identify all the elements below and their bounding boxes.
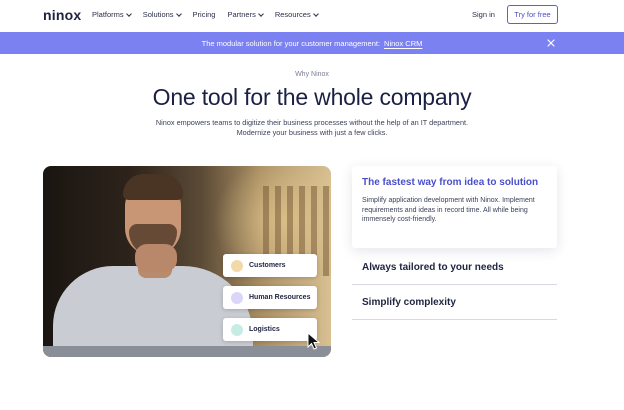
tag-logistics[interactable]: Logistics <box>223 318 317 341</box>
photo-person-hand <box>135 244 177 272</box>
photo-person-body <box>53 266 253 357</box>
nav-item-label: Platforms <box>92 10 124 19</box>
banner-ninox-crm-link[interactable]: Ninox CRM <box>384 39 422 48</box>
tag-label: Human Resources <box>249 294 311 301</box>
nav-item-pricing[interactable]: Pricing <box>193 10 216 19</box>
try-for-free-button[interactable]: Try for free <box>507 5 558 24</box>
nav-item-label: Resources <box>274 10 311 19</box>
tag-human-resources[interactable]: Human Resources <box>223 286 317 309</box>
chevron-down-icon <box>312 10 319 17</box>
mouse-pointer-icon <box>307 332 321 350</box>
nav-links: Platforms Solutions Pricing Partners Res… <box>92 10 319 19</box>
nav-item-partners[interactable]: Partners <box>227 10 264 19</box>
feature-description: Simplify application development with Ni… <box>362 197 535 223</box>
announcement-banner: The modular solution for your customer m… <box>0 32 624 54</box>
sign-in-link[interactable]: Sign in <box>472 10 495 19</box>
section-eyebrow: Why Ninox <box>295 71 329 78</box>
feature-title: The fastest way from idea to solution <box>362 177 539 188</box>
logistics-avatar-icon <box>231 323 243 336</box>
nav-item-resources[interactable]: Resources <box>274 10 319 19</box>
hero-subtitle: Ninox empowers teams to digitize their b… <box>0 118 624 138</box>
tag-label: Customers <box>249 262 286 269</box>
nav-item-label: Solutions <box>142 10 174 19</box>
tag-customers[interactable]: Customers <box>223 254 317 277</box>
banner-text: The modular solution for your customer m… <box>201 38 381 48</box>
close-icon[interactable] <box>546 38 556 48</box>
feature-card-active[interactable]: The fastest way from idea to solution Si… <box>352 166 557 248</box>
feature-item-simplify[interactable]: Simplify complexity <box>352 286 557 320</box>
chevron-down-icon <box>175 10 182 17</box>
hero-photo: Customers Human Resources Logistics <box>43 166 331 357</box>
nav-item-platforms[interactable]: Platforms <box>92 10 132 19</box>
feature-item-label: Always tailored to your needs <box>362 262 504 273</box>
hero-subtitle-line-2: Modernize your business with just a few … <box>236 128 388 137</box>
feature-item-tailored[interactable]: Always tailored to your needs <box>352 251 557 285</box>
chevron-down-icon <box>125 10 132 17</box>
ninox-logo[interactable]: ninox <box>43 7 81 23</box>
page-title: One tool for the whole company <box>152 84 472 110</box>
chevron-down-icon <box>258 10 264 17</box>
top-nav: ninox Platforms Solutions Pricing Partne… <box>0 0 624 32</box>
photo-table <box>43 346 331 357</box>
photo-person-hair <box>123 174 183 200</box>
human-resources-person-icon <box>231 291 243 304</box>
nav-item-label: Partners <box>227 10 256 19</box>
feature-item-label: Simplify complexity <box>362 297 456 308</box>
nav-item-label: Pricing <box>192 10 216 19</box>
customers-avatar-icon <box>231 259 243 272</box>
nav-item-solutions[interactable]: Solutions <box>142 10 182 19</box>
hero-subtitle-line-1: Ninox empowers teams to digitize their b… <box>155 118 469 127</box>
tag-label: Logistics <box>249 326 280 333</box>
